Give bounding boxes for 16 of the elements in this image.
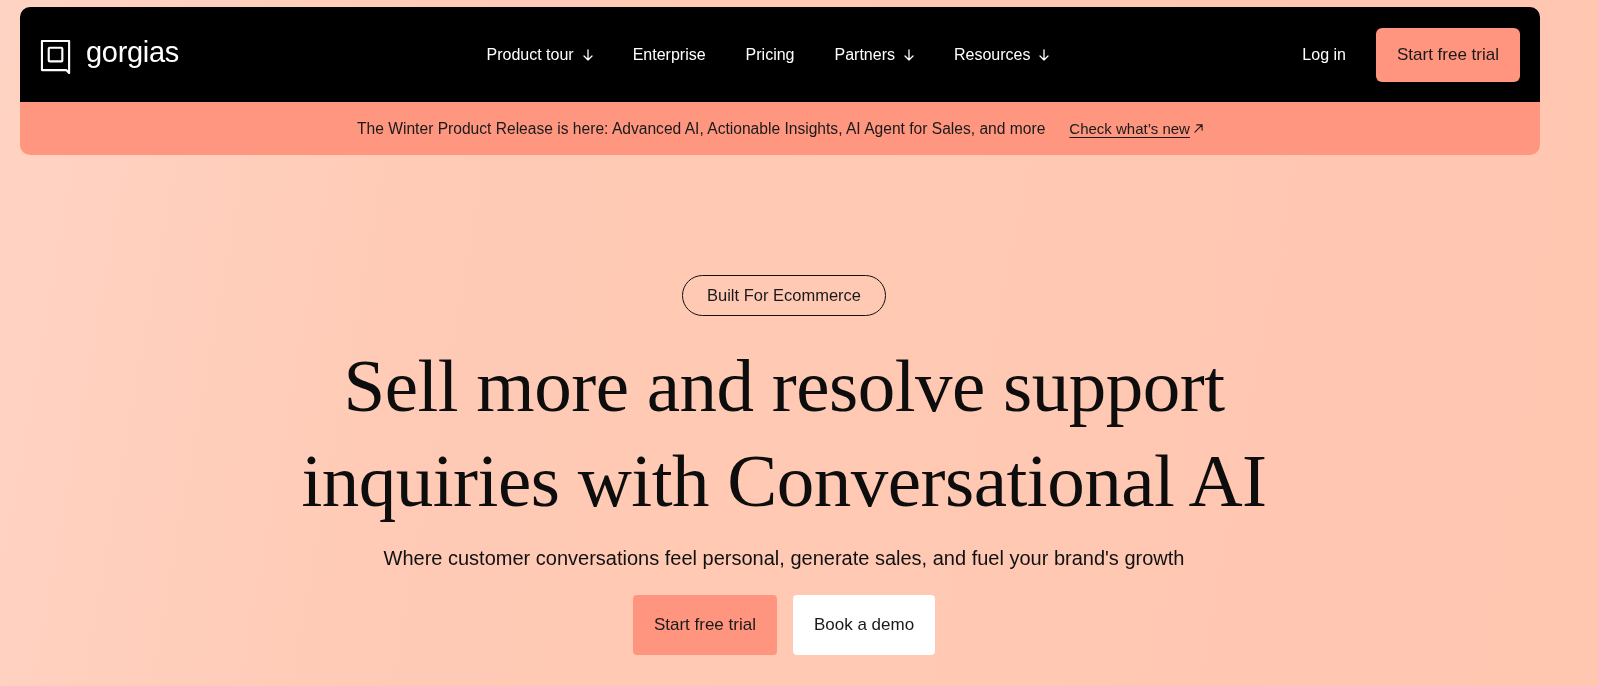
nav-link[interactable]: Product tour (486, 45, 593, 64)
announcement-text: The Winter Product Release is here: Advanced AI, Actionable Insights, AI Agent for Sales, and more (357, 119, 1046, 138)
hero-headline: Sell more and resolve support inquiries with Conversational AI (300, 343, 1268, 524)
hero-subtitle: Where customer conversations feel personal, generate sales, and fuel your brand's growth (383, 546, 1185, 570)
nav-link[interactable]: Partners (834, 45, 914, 64)
up-right-arrow-icon (1193, 124, 1203, 133)
start-trial-button[interactable]: Start free trial (632, 595, 777, 655)
start-trial-button[interactable]: Start free trial (1375, 27, 1520, 82)
nav-link[interactable]: Pricing (745, 45, 795, 64)
login-link[interactable]: Log in (1302, 45, 1346, 64)
book-demo-button[interactable]: Book a demo (792, 595, 936, 655)
nav-link[interactable]: Enterprise (632, 45, 706, 64)
whats-new-link[interactable]: Check what’s new (1069, 120, 1190, 137)
nav-link[interactable]: Resources (954, 45, 1050, 64)
logo-icon[interactable] (40, 39, 73, 74)
logo-wordmark[interactable]: gorgias (86, 38, 179, 71)
